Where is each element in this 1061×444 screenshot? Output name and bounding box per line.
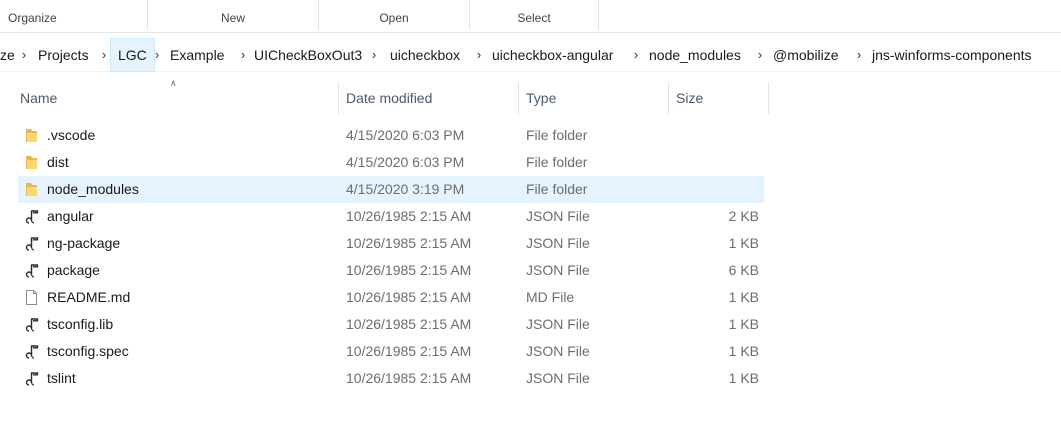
file-size — [668, 176, 759, 203]
file-row[interactable]: dist 4/15/2020 6:03 PM File folder — [18, 149, 764, 176]
breadcrumb-item[interactable]: uicheckbox-angular — [485, 38, 620, 72]
file-date-modified: 10/26/1985 2:15 AM — [346, 370, 472, 386]
document-icon — [23, 289, 40, 306]
file-row[interactable]: tsconfig.spec 10/26/1985 2:15 AM JSON File… — [18, 338, 764, 365]
file-date-modified: 10/26/1985 2:15 AM — [346, 343, 472, 359]
ribbon-group-label: Organize — [8, 11, 57, 25]
file-type: JSON File — [526, 343, 590, 359]
json-file-icon — [23, 370, 40, 387]
file-name: dist — [47, 154, 69, 170]
folder-icon — [23, 154, 40, 171]
file-type: JSON File — [526, 316, 590, 332]
file-name: angular — [47, 208, 94, 224]
file-type: File folder — [526, 181, 588, 197]
ribbon-group-label: Select — [517, 11, 551, 25]
json-file-icon — [23, 235, 40, 252]
ribbon-group-label: Open — [379, 11, 409, 25]
column-header-size[interactable]: Size — [676, 82, 769, 114]
breadcrumb-item[interactable]: Example — [163, 38, 231, 72]
breadcrumb-item[interactable]: @mobilize — [766, 38, 846, 72]
file-name: ng-package — [47, 235, 121, 251]
chevron-right-icon[interactable]: › — [472, 38, 486, 72]
file-type: File folder — [526, 154, 588, 170]
file-size: 1 KB — [728, 316, 759, 332]
file-row[interactable]: .vscode 4/15/2020 6:03 PM File folder — [18, 122, 764, 149]
ribbon: Organize New Open Select — [0, 0, 1061, 33]
file-size: 1 KB — [728, 235, 759, 251]
folder-icon — [23, 181, 40, 198]
file-row[interactable]: ng-package 10/26/1985 2:15 AM JSON File 1 K… — [18, 230, 764, 257]
column-header-date-modified[interactable]: Date modified — [346, 82, 519, 114]
file-size — [668, 122, 759, 149]
file-size: 2 KB — [728, 208, 759, 224]
file-name: node_modules — [47, 181, 139, 197]
file-date-modified: 10/26/1985 2:15 AM — [346, 262, 472, 278]
chevron-right-icon[interactable]: › — [629, 38, 643, 72]
breadcrumb-item[interactable]: Projects — [31, 38, 96, 72]
file-type: JSON File — [526, 208, 590, 224]
ribbon-spacer — [599, 0, 1061, 30]
ribbon-group-label: New — [220, 11, 245, 25]
file-row[interactable]: tsconfig.lib 10/26/1985 2:15 AM JSON File 1… — [18, 311, 764, 338]
file-size: 1 KB — [728, 343, 759, 359]
chevron-right-icon[interactable]: › — [97, 38, 111, 72]
file-type: JSON File — [526, 262, 590, 278]
json-file-icon — [23, 262, 40, 279]
file-size: 1 KB — [728, 289, 759, 305]
file-date-modified: 10/26/1985 2:15 AM — [346, 208, 472, 224]
ribbon-group-new[interactable]: New — [148, 0, 319, 30]
file-type: JSON File — [526, 370, 590, 386]
breadcrumb-item[interactable]: jns-winforms-components — [865, 38, 1039, 72]
file-name: tsconfig.lib — [47, 316, 114, 332]
chevron-right-icon[interactable]: › — [17, 38, 31, 72]
file-row[interactable]: README.md 10/26/1985 2:15 AM MD File 1 KB — [18, 284, 764, 311]
file-date-modified: 4/15/2020 6:03 PM — [346, 127, 465, 143]
breadcrumb-item[interactable]: uicheckbox — [383, 38, 467, 72]
ribbon-group-open[interactable]: Open — [319, 0, 470, 30]
file-name: tslint — [47, 370, 76, 386]
sort-ascending-icon: ∧ — [170, 78, 177, 88]
json-file-icon — [23, 316, 40, 333]
file-date-modified: 4/15/2020 6:03 PM — [346, 154, 465, 170]
json-file-icon — [23, 208, 40, 225]
column-header-name[interactable]: Name — [20, 82, 339, 114]
ribbon-group-select[interactable]: Select — [470, 0, 599, 30]
file-date-modified: 4/15/2020 3:19 PM — [346, 181, 465, 197]
breadcrumb-item[interactable]: node_modules — [642, 38, 748, 72]
folder-icon — [23, 127, 40, 144]
chevron-right-icon[interactable]: › — [753, 38, 767, 72]
file-size: 6 KB — [728, 262, 759, 278]
chevron-right-icon[interactable]: › — [852, 38, 866, 72]
file-type: MD File — [526, 289, 575, 305]
file-type: File folder — [526, 127, 588, 143]
column-header-type[interactable]: Type — [526, 82, 669, 114]
json-file-icon — [23, 343, 40, 360]
file-name: README.md — [47, 289, 131, 305]
chevron-right-icon[interactable]: › — [150, 38, 164, 72]
file-date-modified: 10/26/1985 2:15 AM — [346, 316, 472, 332]
column-header: Name Date modified Type Size — [0, 72, 1061, 114]
file-date-modified: 10/26/1985 2:15 AM — [346, 289, 472, 305]
file-row[interactable]: angular 10/26/1985 2:15 AM JSON File 2 KB — [18, 203, 764, 230]
file-type: JSON File — [526, 235, 590, 251]
file-row[interactable]: tslint 10/26/1985 2:15 AM JSON File 1 KB — [18, 365, 764, 392]
file-size: 1 KB — [728, 370, 759, 386]
file-date-modified: 10/26/1985 2:15 AM — [346, 235, 472, 251]
file-size — [668, 149, 759, 176]
breadcrumb-item[interactable]: UICheckBoxOut3 — [247, 38, 369, 72]
file-name: tsconfig.spec — [47, 343, 129, 359]
file-name: .vscode — [47, 127, 96, 143]
file-name: package — [47, 262, 100, 278]
file-row[interactable]: node_modules 4/15/2020 3:19 PM File folder — [18, 176, 764, 203]
chevron-right-icon[interactable]: › — [367, 38, 381, 72]
file-row[interactable]: package 10/26/1985 2:15 AM JSON File 6 KB — [18, 257, 764, 284]
breadcrumb: ze › Projects › LGC › Example › UICheckB… — [0, 38, 1061, 72]
breadcrumb-item[interactable]: LGC — [110, 38, 155, 72]
ribbon-group-organize[interactable]: Organize — [0, 0, 148, 30]
